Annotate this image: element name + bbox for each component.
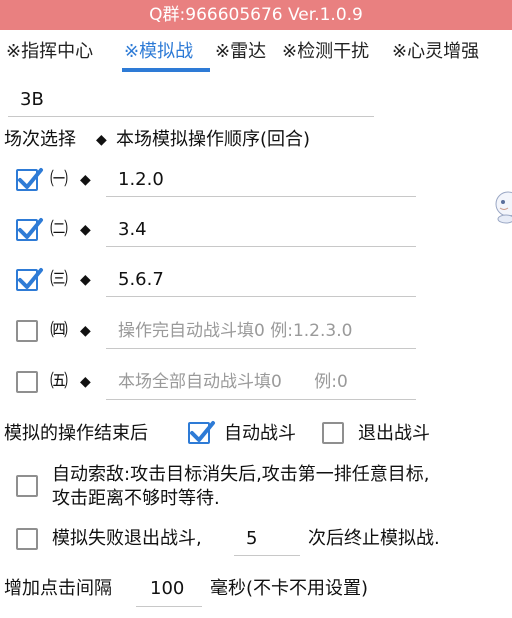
round-4-input[interactable]: 操作完自动战斗填0 例:1.2.3.0 xyxy=(118,319,352,343)
tab-command-center[interactable]: ※指挥中心 xyxy=(6,34,93,70)
checkmark-icon xyxy=(18,268,43,289)
active-tab-indicator xyxy=(122,68,210,72)
tab-simulation[interactable]: ※模拟战 xyxy=(124,34,193,70)
tab-mind-boost[interactable]: ※心灵增强 xyxy=(392,34,479,70)
round-2-label: ㈡ xyxy=(50,219,68,240)
mode-field-underline xyxy=(8,116,374,117)
checkmark-icon xyxy=(190,421,215,442)
round-4-label: ㈣ xyxy=(50,320,68,341)
auto-search-checkbox[interactable] xyxy=(16,475,38,497)
fail-exit-suffix: 次后终止模拟战. xyxy=(308,528,440,549)
section-label-operation-order: 本场模拟操作顺序(回合) xyxy=(116,129,311,150)
diamond-icon: ◆ xyxy=(80,172,91,188)
title-bar: Q群:966605676 Ver.1.0.9 xyxy=(0,0,512,30)
exit-battle-checkbox[interactable] xyxy=(322,422,344,444)
round-5-label: ㈤ xyxy=(50,371,68,392)
diamond-icon: ◆ xyxy=(96,132,107,148)
auto-battle-label[interactable]: 自动战斗 xyxy=(224,422,296,446)
round-5-checkbox[interactable] xyxy=(16,371,38,393)
section-label-round-select: 场次选择 xyxy=(4,129,76,150)
diamond-icon: ◆ xyxy=(80,272,91,288)
round-4-input-underline xyxy=(106,348,416,349)
checkmark-icon xyxy=(18,218,43,239)
round-3-input[interactable]: 5.6.7 xyxy=(118,268,164,292)
tab-interference-detect[interactable]: ※检测干扰 xyxy=(282,34,369,70)
auto-battle-checkbox[interactable] xyxy=(188,421,215,444)
mascot-icon[interactable] xyxy=(494,190,512,224)
exit-battle-label[interactable]: 退出战斗 xyxy=(358,422,430,446)
title-text: Q群:966605676 Ver.1.0.9 xyxy=(149,5,363,25)
round-5-input-underline xyxy=(106,399,416,400)
round-4-checkbox[interactable] xyxy=(16,320,38,342)
round-3-label: ㈢ xyxy=(50,269,68,290)
round-1-checkbox[interactable] xyxy=(16,168,43,191)
round-3-input-underline xyxy=(106,296,416,297)
fail-exit-prefix[interactable]: 模拟失败退出战斗, xyxy=(52,527,202,551)
round-2-input[interactable]: 3.4 xyxy=(118,218,147,242)
auto-search-line1[interactable]: 自动索敌:攻击目标消失后,攻击第一排任意目标, xyxy=(52,463,430,487)
click-interval-unit: 毫秒(不卡不用设置) xyxy=(210,578,369,599)
round-2-checkbox[interactable] xyxy=(16,218,43,241)
fail-exit-count-underline xyxy=(234,555,300,556)
diamond-icon: ◆ xyxy=(80,222,91,238)
click-interval-label: 增加点击间隔 xyxy=(4,578,112,599)
fail-exit-checkbox[interactable] xyxy=(16,528,38,550)
click-interval-underline xyxy=(136,606,202,607)
diamond-icon: ◆ xyxy=(80,323,91,339)
round-5-input[interactable]: 本场全部自动战斗填0 例:0 xyxy=(118,370,348,394)
round-2-input-underline xyxy=(106,246,416,247)
after-ops-label: 模拟的操作结束后 xyxy=(4,423,148,444)
click-interval-input[interactable]: 100 xyxy=(150,577,184,601)
diamond-icon: ◆ xyxy=(80,374,91,390)
tab-bar: ※指挥中心 ※模拟战 ※雷达 ※检测干扰 ※心灵增强 xyxy=(0,34,512,74)
checkmark-icon xyxy=(18,168,43,189)
fail-exit-count-input[interactable]: 5 xyxy=(246,527,257,551)
round-1-input-underline xyxy=(106,196,416,197)
round-1-label: ㈠ xyxy=(50,169,68,190)
round-3-checkbox[interactable] xyxy=(16,268,43,291)
mode-field-value[interactable]: 3B xyxy=(20,88,44,112)
tab-radar[interactable]: ※雷达 xyxy=(215,34,266,70)
round-1-input[interactable]: 1.2.0 xyxy=(118,168,164,192)
auto-search-line2[interactable]: 攻击距离不够时等待. xyxy=(52,487,220,511)
